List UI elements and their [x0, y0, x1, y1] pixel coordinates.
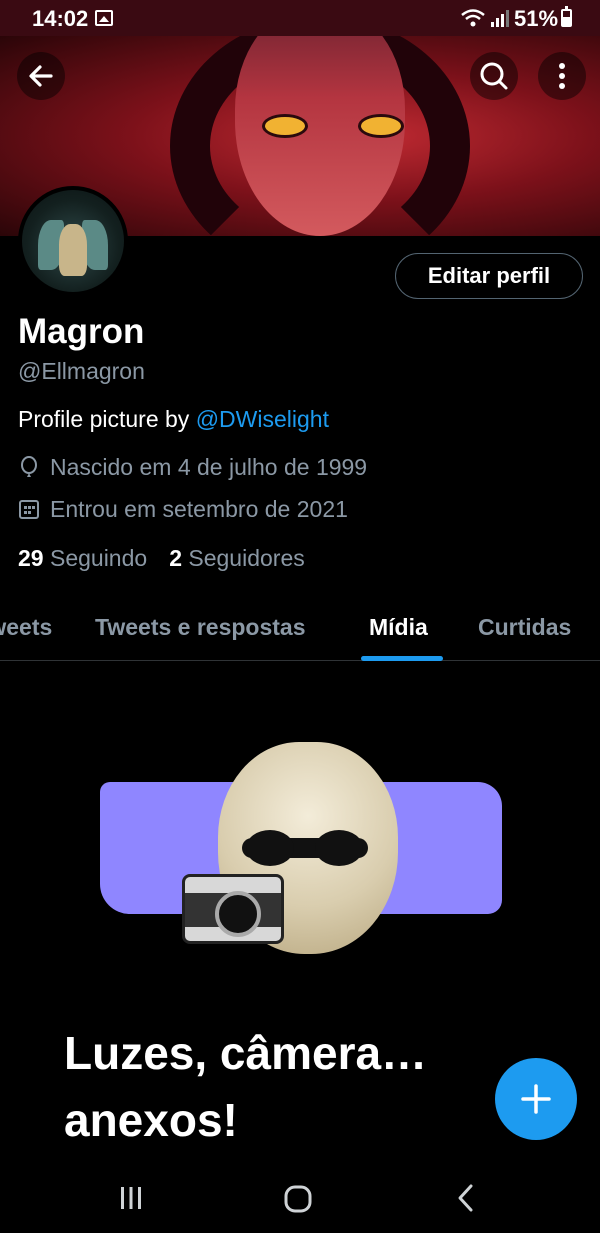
recent-apps-icon[interactable] [118, 1185, 144, 1211]
image-notification-icon [95, 10, 113, 26]
plus-icon [521, 1084, 551, 1114]
profile-name: Magron [18, 312, 145, 351]
banner-art-eye [262, 114, 308, 138]
balloon-icon [21, 456, 37, 477]
followers-link[interactable]: 2 Seguidores [169, 545, 305, 571]
more-options-button[interactable] [538, 52, 586, 100]
battery-percent: 51% [514, 6, 559, 31]
back-button[interactable] [17, 52, 65, 100]
tab-media[interactable]: Mídia [369, 614, 428, 641]
birth-date: Nascido em 4 de julho de 1999 [18, 454, 367, 481]
illustration-mask-eye [246, 830, 294, 866]
calendar-icon [19, 500, 39, 519]
more-vertical-icon [559, 63, 565, 89]
follow-stats: 29 Seguindo 2 Seguidores [18, 545, 305, 572]
joined-date-text: Entrou em setembro de 2021 [50, 496, 348, 522]
following-label: Seguindo [49, 545, 148, 571]
search-button[interactable] [470, 52, 518, 100]
empty-state-title: Luzes, câmera… anexos! [64, 1020, 427, 1153]
signal-icon [491, 10, 509, 27]
wifi-icon [461, 9, 485, 27]
followers-label: Seguidores [188, 545, 305, 571]
active-tab-indicator [361, 656, 443, 661]
search-icon [480, 62, 508, 90]
avatar-image [22, 190, 124, 292]
empty-state-illustration [100, 742, 502, 954]
compose-tweet-button[interactable] [495, 1058, 577, 1140]
profile-tabs: Tweets Tweets e respostas Mídia Curtidas [0, 600, 600, 661]
tab-tweets-replies[interactable]: Tweets e respostas [95, 614, 306, 641]
tab-likes[interactable]: Curtidas [478, 614, 571, 641]
status-bar: 14:02 51% [0, 0, 600, 36]
profile-bio: Profile picture by @DWiselight [18, 406, 329, 433]
following-count: 29 [18, 545, 44, 571]
joined-date: Entrou em setembro de 2021 [18, 496, 348, 523]
birth-date-text: Nascido em 4 de julho de 1999 [50, 454, 368, 480]
system-navigation-bar [0, 1163, 600, 1233]
avatar-art-mask [59, 224, 87, 276]
edit-profile-button[interactable]: Editar perfil [395, 253, 583, 299]
arrow-left-icon [29, 65, 53, 87]
profile-handle: @Ellmagron [18, 358, 145, 384]
status-time: 14:02 [32, 6, 89, 31]
bio-mention-link[interactable]: @DWiselight [196, 406, 329, 432]
bio-text: Profile picture by [18, 406, 196, 432]
camera-icon [182, 874, 284, 944]
banner-art-eye [358, 114, 404, 138]
tab-tweets[interactable]: Tweets [0, 614, 52, 641]
battery-icon [561, 6, 572, 27]
illustration-mask-eye [315, 830, 363, 866]
empty-state-title-line2: anexos! [64, 1093, 238, 1146]
following-link[interactable]: 29 Seguindo [18, 545, 147, 571]
home-icon[interactable] [284, 1185, 312, 1213]
avatar[interactable] [18, 186, 128, 296]
followers-count: 2 [169, 545, 182, 571]
empty-state-title-line1: Luzes, câmera… [64, 1027, 428, 1079]
back-nav-icon[interactable] [455, 1183, 477, 1213]
